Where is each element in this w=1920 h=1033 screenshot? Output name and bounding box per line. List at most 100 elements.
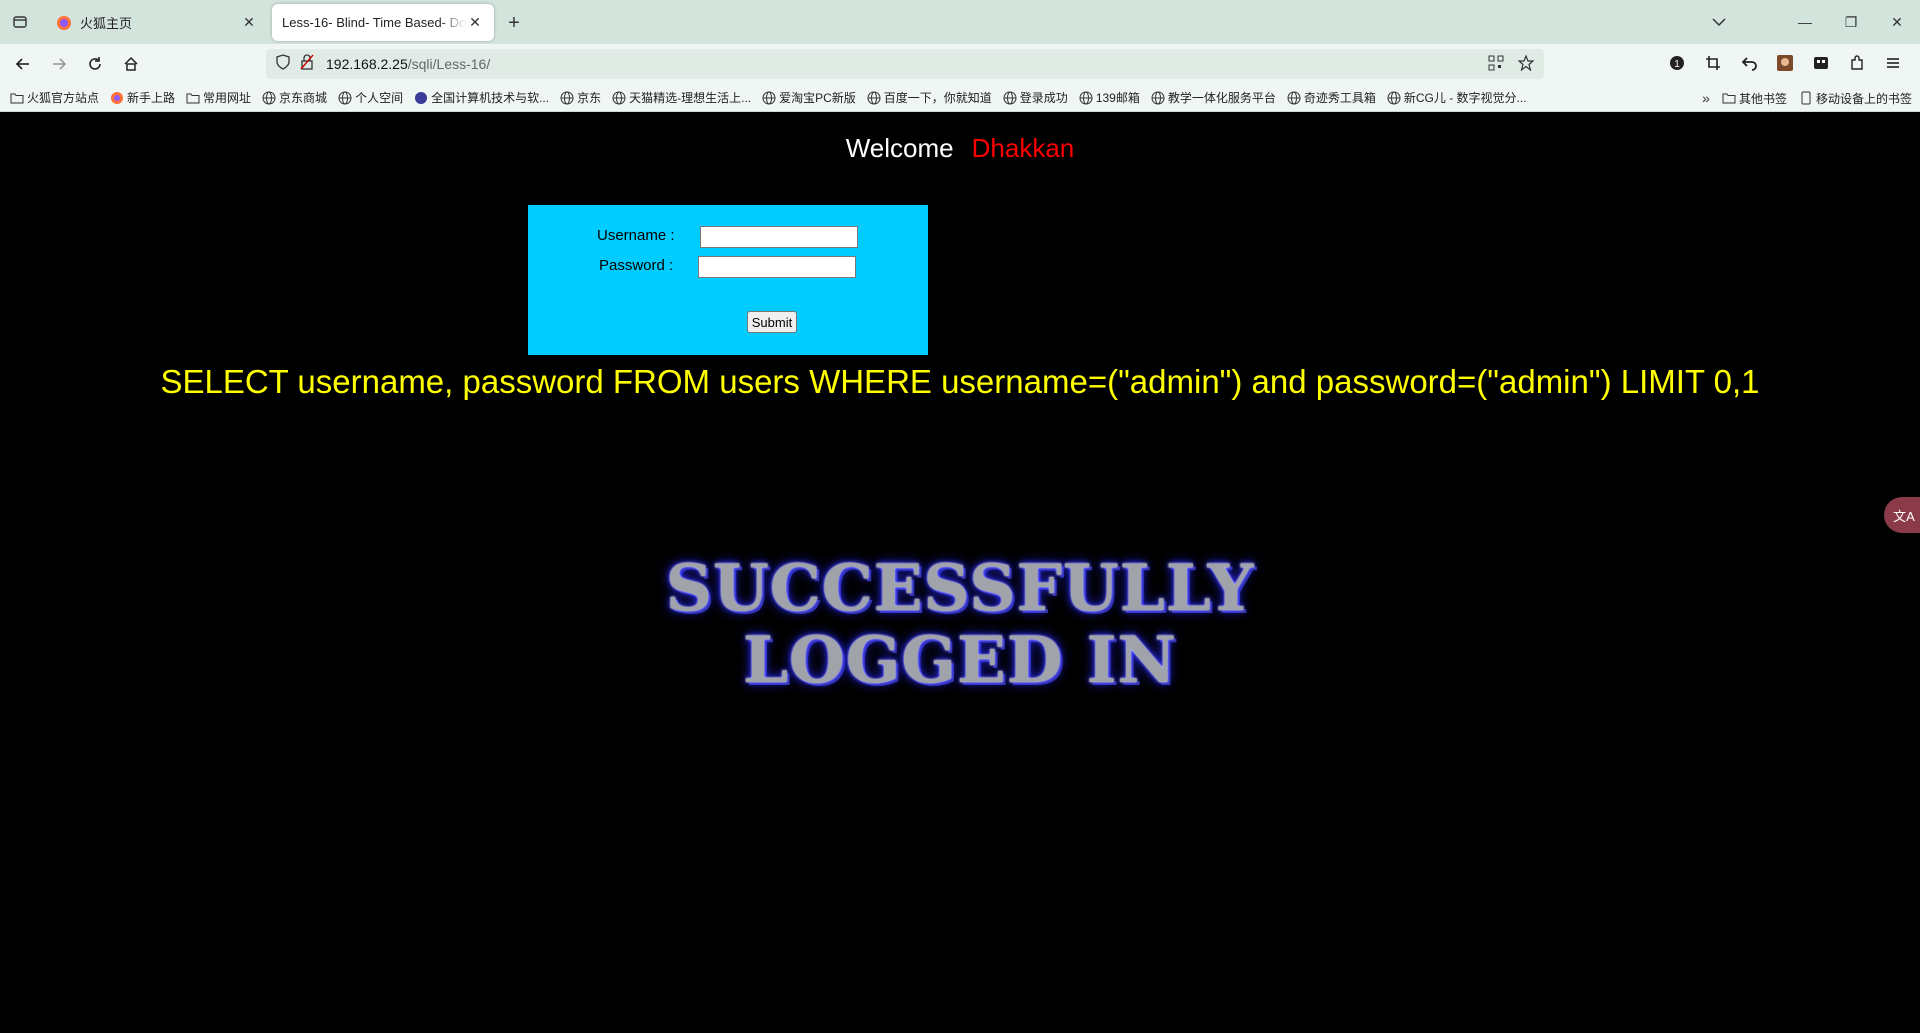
username-input[interactable]: [700, 226, 858, 248]
bookmark-label: 爱淘宝PC新版: [779, 91, 856, 105]
bookmark-label: 全国计算机技术与软...: [431, 91, 550, 105]
globe-icon: [338, 91, 352, 104]
tab-close-icon[interactable]: ✕: [466, 14, 484, 32]
bookmark-item[interactable]: 全国计算机技术与软...: [414, 89, 549, 106]
login-form: Username : Password : Submit: [528, 205, 928, 355]
submit-button[interactable]: Submit: [747, 311, 797, 333]
bookmark-item[interactable]: 爱淘宝PC新版: [762, 89, 856, 106]
success-line-2: LOGGED IN: [742, 623, 1178, 698]
welcome-name: Dhakkan: [971, 133, 1075, 163]
forward-icon[interactable]: [42, 48, 76, 80]
reload-icon[interactable]: [78, 48, 112, 80]
bookmark-item[interactable]: 京东: [560, 89, 601, 106]
bookmark-label: 139邮箱: [1095, 91, 1140, 105]
password-manager-icon[interactable]: 1: [1666, 52, 1688, 74]
bookmark-item[interactable]: 常用网址: [186, 89, 251, 106]
extension-box-icon[interactable]: [1810, 52, 1832, 74]
minimize-icon[interactable]: —: [1782, 0, 1828, 44]
firefox-icon: [111, 91, 124, 104]
bookmark-star-icon[interactable]: [1517, 54, 1535, 76]
bookmark-label: 新CG儿 - 数字视觉分...: [1403, 91, 1527, 105]
browser-window: 火狐主页 ✕ Less-16- Blind- Time Based- Doubl…: [0, 0, 1920, 1033]
tab-strip: 火狐主页 ✕ Less-16- Blind- Time Based- Doubl…: [0, 0, 1920, 44]
bookmark-item[interactable]: 新CG儿 - 数字视觉分...: [1387, 89, 1527, 106]
welcome-text: Welcome: [845, 133, 954, 163]
welcome-heading: Welcome Dhakkan: [0, 133, 1920, 164]
close-window-icon[interactable]: ✕: [1874, 0, 1920, 44]
folder-icon: [1722, 93, 1736, 104]
url-path: /sqli/Less-16/: [407, 56, 491, 72]
translate-icon[interactable]: 文A: [1884, 497, 1920, 533]
bookmark-label: 教学一体化服务平台: [1167, 91, 1276, 105]
tab-title: Less-16- Blind- Time Based- Double Quote…: [282, 15, 466, 30]
bookmark-item[interactable]: 百度一下，你就知道: [867, 89, 992, 106]
new-tab-button[interactable]: +: [503, 12, 525, 34]
page-content: Welcome Dhakkan Username : Password : Sub…: [0, 113, 1920, 1033]
globe-icon: [1079, 91, 1093, 104]
globe-icon: [1387, 91, 1401, 104]
more-bookmarks-chevron-icon[interactable]: »: [1702, 90, 1710, 106]
globe-icon: [1003, 91, 1017, 104]
window-controls: — ❐ ✕: [1782, 0, 1920, 44]
sql-query-text: SELECT username, password FROM users WHE…: [160, 363, 1760, 400]
globe-icon: [1287, 91, 1301, 104]
tab-firefox-home[interactable]: 火狐主页 ✕: [46, 4, 268, 41]
bookmark-label: 京东: [577, 91, 602, 105]
undo-icon[interactable]: [1738, 52, 1760, 74]
bookmark-label: 百度一下，你就知道: [883, 91, 992, 105]
toolbar-icons: 1: [1666, 52, 1904, 74]
bookmark-item[interactable]: 个人空间: [338, 89, 403, 106]
bookmark-label: 新手上路: [127, 91, 176, 105]
password-label: Password :: [599, 257, 674, 274]
screenshot-crop-icon[interactable]: [1702, 52, 1724, 74]
bookmark-item[interactable]: 新手上路: [110, 89, 175, 106]
folder-icon: [10, 93, 24, 103]
bookmark-label: 其他书签: [1738, 91, 1787, 106]
tab-title: 火狐主页: [80, 16, 133, 31]
list-all-tabs-icon[interactable]: [1708, 12, 1730, 32]
bookmark-item[interactable]: 登录成功: [1003, 89, 1068, 106]
bookmark-label: 常用网址: [203, 91, 252, 105]
extensions-puzzle-icon[interactable]: [1846, 52, 1868, 74]
globe-icon: [560, 91, 574, 104]
mobile-device-icon: [1801, 91, 1811, 105]
extension-avatar-icon[interactable]: [1774, 52, 1796, 74]
bookmark-label: 个人空间: [355, 91, 404, 105]
bookmark-item[interactable]: 奇迹秀工具箱: [1287, 89, 1376, 106]
tab-less-16[interactable]: Less-16- Blind- Time Based- Double Quote…: [272, 4, 494, 41]
globe-icon: [262, 91, 276, 104]
bookmark-item[interactable]: 天猫精选-理想生活上...: [612, 89, 751, 106]
restore-icon[interactable]: ❐: [1828, 0, 1874, 44]
globe-icon: [867, 91, 881, 104]
bookmark-item[interactable]: 教学一体化服务平台: [1151, 89, 1276, 106]
bookmark-label: 火狐官方站点: [27, 91, 100, 105]
url-host: 192.168.2.25: [326, 56, 408, 72]
bookmark-item[interactable]: 京东商城: [262, 89, 327, 106]
bookmark-item[interactable]: 139邮箱: [1079, 89, 1140, 106]
qr-code-icon[interactable]: [1488, 55, 1504, 76]
globe-icon: [1151, 91, 1165, 104]
bookmark-label: 移动设备上的书签: [1815, 91, 1912, 106]
password-input[interactable]: [698, 256, 856, 278]
bookmark-item[interactable]: 火狐官方站点: [10, 89, 99, 106]
other-bookmarks[interactable]: 其他书签: [1722, 90, 1787, 107]
globe-icon: [612, 91, 626, 104]
back-icon[interactable]: [6, 48, 40, 80]
firefox-view-icon[interactable]: [0, 0, 40, 44]
url-bar[interactable]: 192.168.2.25/sqli/Less-16/: [266, 49, 1544, 79]
success-line-1: SUCCESSFULLY: [665, 551, 1255, 626]
bookmark-label: 奇迹秀工具箱: [1303, 91, 1376, 105]
bookmark-label: 登录成功: [1019, 91, 1068, 105]
home-icon[interactable]: [114, 48, 148, 80]
username-label: Username :: [597, 227, 675, 244]
bookmark-label: 京东商城: [279, 91, 328, 105]
bookmarks-bar: 火狐官方站点 新手上路 常用网址 京东商城 个人空间 全国计算机技术与软... …: [0, 84, 1920, 112]
menu-hamburger-icon[interactable]: [1882, 52, 1904, 74]
tab-close-icon[interactable]: ✕: [240, 14, 258, 32]
svg-text:1: 1: [1674, 59, 1680, 70]
folder-icon: [186, 93, 200, 103]
shield-icon[interactable]: [276, 53, 290, 75]
insecure-lock-icon[interactable]: [300, 53, 314, 75]
mobile-bookmarks[interactable]: 移动设备上的书签: [1799, 90, 1912, 107]
success-banner: SUCCESSFULLY LOGGED IN: [0, 553, 1920, 697]
